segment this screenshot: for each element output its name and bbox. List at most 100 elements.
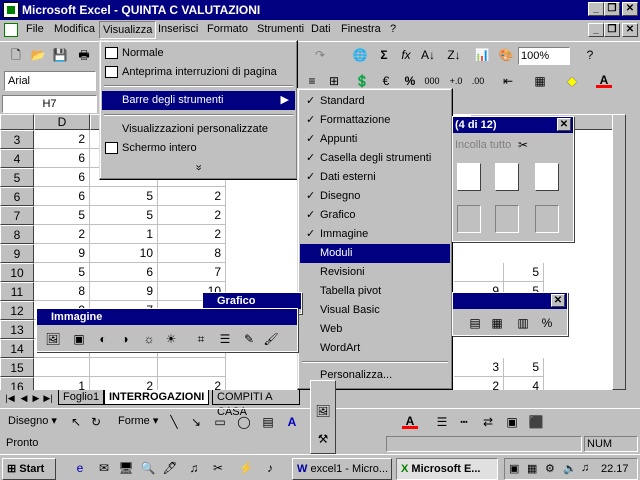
less-contrast-icon[interactable]: ◑: [117, 331, 133, 347]
quicklaunch-8-icon[interactable]: ⚡: [238, 460, 254, 476]
new-file-icon[interactable]: 🗋: [8, 47, 24, 63]
channels-icon[interactable]: 🔍: [140, 460, 156, 476]
menu-modifica[interactable]: Modifica: [54, 23, 95, 35]
wordart-icon[interactable]: A: [284, 414, 300, 430]
merge-center-icon[interactable]: ⊞: [326, 73, 342, 89]
row-header[interactable]: 14: [0, 339, 34, 358]
menu-item-anteprima[interactable]: Anteprima interruzioni di pagina: [102, 63, 295, 82]
menu-file[interactable]: File: [26, 23, 44, 35]
print-icon[interactable]: 🖶: [76, 47, 92, 63]
toolbar-item-moduli[interactable]: Moduli: [300, 244, 450, 263]
table-cell[interactable]: 2: [34, 130, 90, 149]
close-button[interactable]: ✕: [622, 2, 638, 16]
toolbar-item-tabella-pivot[interactable]: Tabella pivot: [300, 282, 450, 301]
quicklaunch-9-icon[interactable]: ♪: [262, 460, 278, 476]
table-cell[interactable]: 6: [34, 187, 90, 206]
menu-item-normale[interactable]: Normale: [102, 44, 295, 63]
open-folder-icon[interactable]: 📂: [30, 47, 46, 63]
toolbar-item-appunti[interactable]: ✓ Appunti: [300, 130, 450, 149]
draw-font-color-icon[interactable]: A: [402, 413, 418, 429]
table-cell[interactable]: [158, 358, 226, 377]
doc-close-button[interactable]: ✕: [622, 23, 638, 37]
desktop-icon[interactable]: 🖥: [118, 460, 134, 476]
redo-icon[interactable]: ↷: [312, 47, 328, 63]
picture-icon[interactable]: 🖼: [315, 403, 331, 419]
align-justify-icon[interactable]: ≡: [304, 73, 320, 89]
table-cell[interactable]: 2: [158, 225, 226, 244]
doc-restore-button[interactable]: ❐: [604, 23, 620, 37]
table-cell[interactable]: 3: [454, 358, 504, 377]
minimize-button[interactable]: _: [588, 2, 604, 16]
less-brightness-icon[interactable]: ☀: [163, 331, 179, 347]
3d-icon[interactable]: ⬛: [528, 414, 544, 430]
image-control-icon[interactable]: ▣: [71, 331, 87, 347]
table-cell[interactable]: 5: [34, 206, 90, 225]
table-cell[interactable]: 9: [90, 282, 158, 301]
row-header[interactable]: 10: [0, 263, 34, 282]
menu-visualizza[interactable]: Visualizza: [99, 21, 157, 39]
more-contrast-icon[interactable]: ◐: [95, 331, 111, 347]
toolbar-item-grafico[interactable]: ✓ Grafico: [300, 206, 450, 225]
line-style-icon[interactable]: ☰: [217, 331, 233, 347]
vertical-scrollbar[interactable]: [612, 114, 626, 390]
text-box-icon[interactable]: ▤: [260, 414, 276, 430]
font-color-icon[interactable]: A: [596, 72, 612, 88]
increase-decimal-icon[interactable]: +.0: [448, 73, 464, 89]
excel-app-icon[interactable]: [3, 2, 19, 18]
menu-strumenti[interactable]: Strumenti: [257, 23, 304, 35]
table-cell[interactable]: 5: [90, 206, 158, 225]
sheet-tab-interrogazioni[interactable]: INTERROGAZIONI: [104, 390, 210, 405]
row-header[interactable]: 11: [0, 282, 34, 301]
free-rotate-icon[interactable]: ↻: [88, 414, 104, 430]
outlook-icon[interactable]: ✉: [96, 460, 112, 476]
row-header[interactable]: 7: [0, 206, 34, 225]
tray-icon-3[interactable]: ⚙: [545, 462, 555, 475]
shadow-icon[interactable]: ▣: [504, 414, 520, 430]
clipboard-close-button[interactable]: ✕: [557, 118, 571, 131]
row-header[interactable]: 3: [0, 130, 34, 149]
table-cell[interactable]: 9: [34, 244, 90, 263]
table-icon[interactable]: ▤: [467, 315, 483, 331]
row-header[interactable]: 8: [0, 225, 34, 244]
rectangle-icon[interactable]: ▭: [212, 414, 228, 430]
volume-icon[interactable]: 🔈: [563, 462, 577, 475]
table-cell[interactable]: 2: [90, 377, 158, 390]
angle-text-icon[interactable]: %: [539, 315, 555, 331]
clip-item-2[interactable]: [495, 163, 519, 191]
table-cell[interactable]: 10: [90, 244, 158, 263]
ie-icon[interactable]: e: [72, 460, 88, 476]
line-style-icon-2[interactable]: ☰: [434, 414, 450, 430]
menu-formato[interactable]: Formato: [207, 23, 248, 35]
toolbar-item-visual-basic[interactable]: Visual Basic: [300, 301, 450, 320]
toolbar-item-revisioni[interactable]: Revisioni: [300, 263, 450, 282]
clear-clipboard-icon[interactable]: ✂: [515, 137, 531, 153]
last-sheet-icon[interactable]: ▶|: [40, 390, 56, 406]
euro-icon[interactable]: €: [378, 73, 394, 89]
table-cell[interactable]: 5: [90, 187, 158, 206]
disegno-menu-button[interactable]: Disegno ▾: [8, 414, 57, 427]
row-header[interactable]: 4: [0, 149, 34, 168]
format-picture-icon[interactable]: ✎: [241, 331, 257, 347]
forme-menu-button[interactable]: Forme ▾: [118, 414, 158, 427]
table-cell[interactable]: 6: [90, 263, 158, 282]
menu-finestra[interactable]: Finestra: [341, 23, 381, 35]
start-button[interactable]: ⊞ Start: [2, 458, 56, 480]
clip-item-3[interactable]: [535, 163, 559, 191]
column-header-d[interactable]: D: [34, 114, 90, 130]
quicklaunch-6-icon[interactable]: ♫: [186, 460, 202, 476]
decrease-indent-icon[interactable]: ⇤: [500, 73, 516, 89]
toolbar-item-standard[interactable]: ✓ Standard: [300, 92, 450, 111]
line-icon[interactable]: ╲: [166, 414, 182, 430]
row-header[interactable]: 9: [0, 244, 34, 263]
table-cell[interactable]: 1: [90, 225, 158, 244]
table-cell[interactable]: [34, 358, 90, 377]
row-header[interactable]: 5: [0, 168, 34, 187]
toolbar-item-formattazione[interactable]: ✓ Formattazione: [300, 111, 450, 130]
percent-icon[interactable]: %: [402, 73, 418, 89]
clipboard-toolbar-title[interactable]: (4 di 12) ✕: [453, 117, 573, 133]
row-header[interactable]: 12: [0, 301, 34, 320]
crop-icon[interactable]: ⌗: [193, 331, 209, 347]
table-cell[interactable]: [454, 263, 504, 282]
table-cell[interactable]: 2: [34, 225, 90, 244]
currency-icon[interactable]: 💲: [354, 73, 370, 89]
